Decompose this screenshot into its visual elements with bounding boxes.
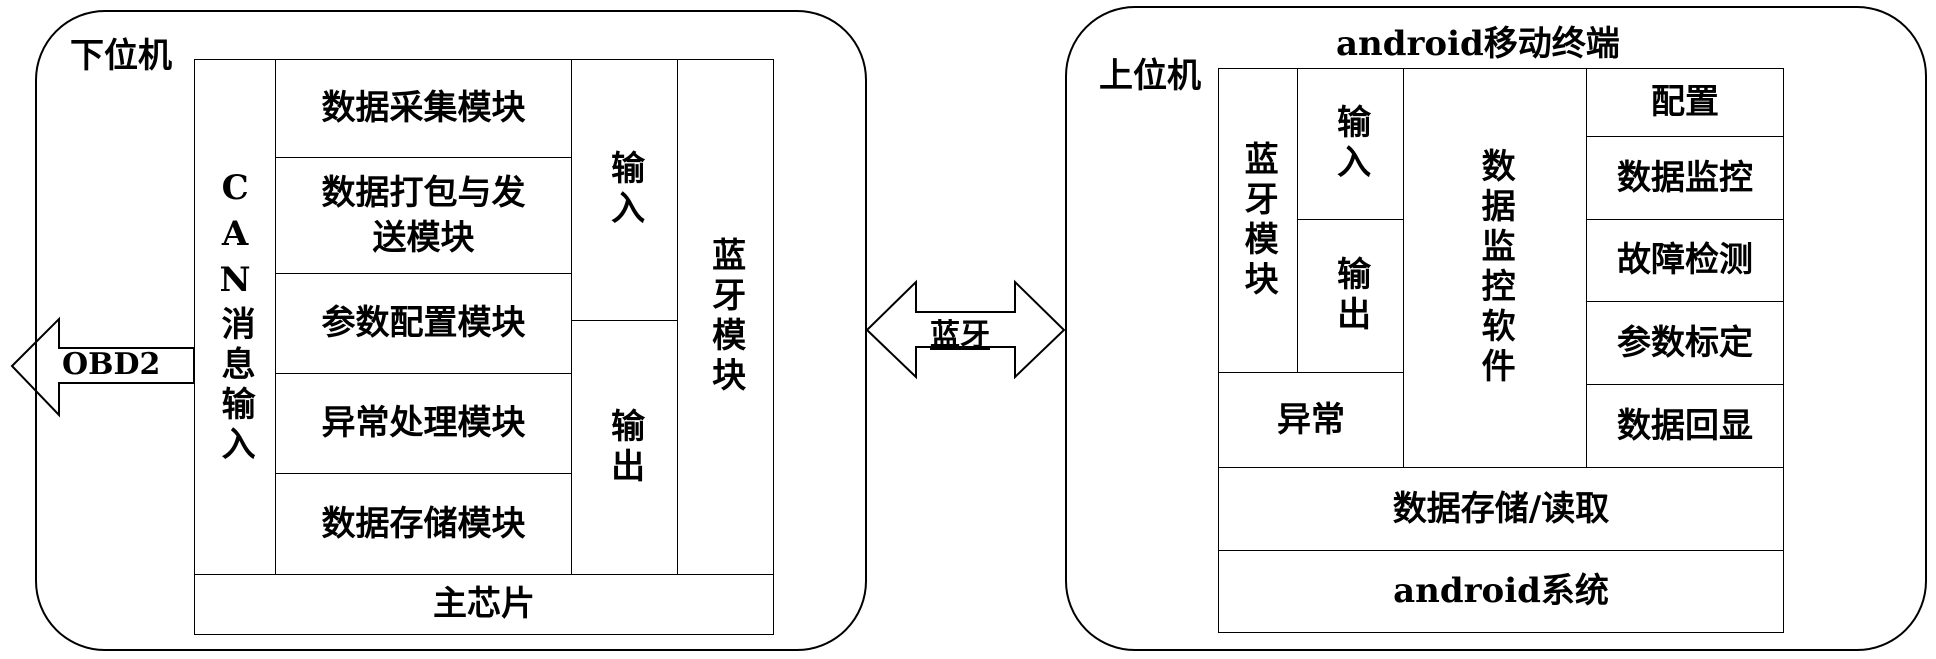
lower-machine-label: 下位机 — [70, 36, 172, 76]
module-data-pack-send-line2: 送模块 — [372, 217, 475, 258]
data-storage-read: 数据存储/读取 — [1218, 467, 1784, 551]
upper-machine-label: 上位机 — [1099, 56, 1201, 96]
data-monitoring-software: 数据监控软件 — [1403, 68, 1587, 468]
module-data-pack-send-line1: 数据打包与发 — [321, 173, 526, 214]
module-data-pack-send: 数据打包与发 送模块 — [275, 157, 572, 274]
lower-output: 输出 — [571, 320, 678, 575]
lower-bluetooth-module: 蓝牙模块 — [677, 59, 774, 575]
upper-exception: 异常 — [1218, 372, 1404, 468]
module-param-config: 参数配置模块 — [275, 273, 572, 374]
module-exception-handling: 异常处理模块 — [275, 373, 572, 474]
can-message-input: CAN消息输入 — [194, 59, 276, 575]
upper-bluetooth-module: 蓝牙模块 — [1218, 68, 1298, 373]
main-chip: 主芯片 — [194, 574, 774, 635]
function-config: 配置 — [1586, 68, 1784, 137]
function-data-display: 数据回显 — [1586, 384, 1784, 468]
android-terminal-title: android移动终端 — [1336, 24, 1620, 64]
android-system: android系统 — [1218, 550, 1784, 633]
module-data-storage: 数据存储模块 — [275, 473, 572, 575]
function-param-calibration: 参数标定 — [1586, 301, 1784, 385]
upper-output: 输出 — [1297, 219, 1404, 373]
bluetooth-link-label: 蓝牙 — [930, 318, 990, 353]
module-data-collection: 数据采集模块 — [275, 59, 572, 158]
upper-input: 输入 — [1297, 68, 1404, 220]
function-fault-detection: 故障检测 — [1586, 219, 1784, 302]
function-data-monitoring: 数据监控 — [1586, 136, 1784, 220]
lower-input: 输入 — [571, 59, 678, 321]
